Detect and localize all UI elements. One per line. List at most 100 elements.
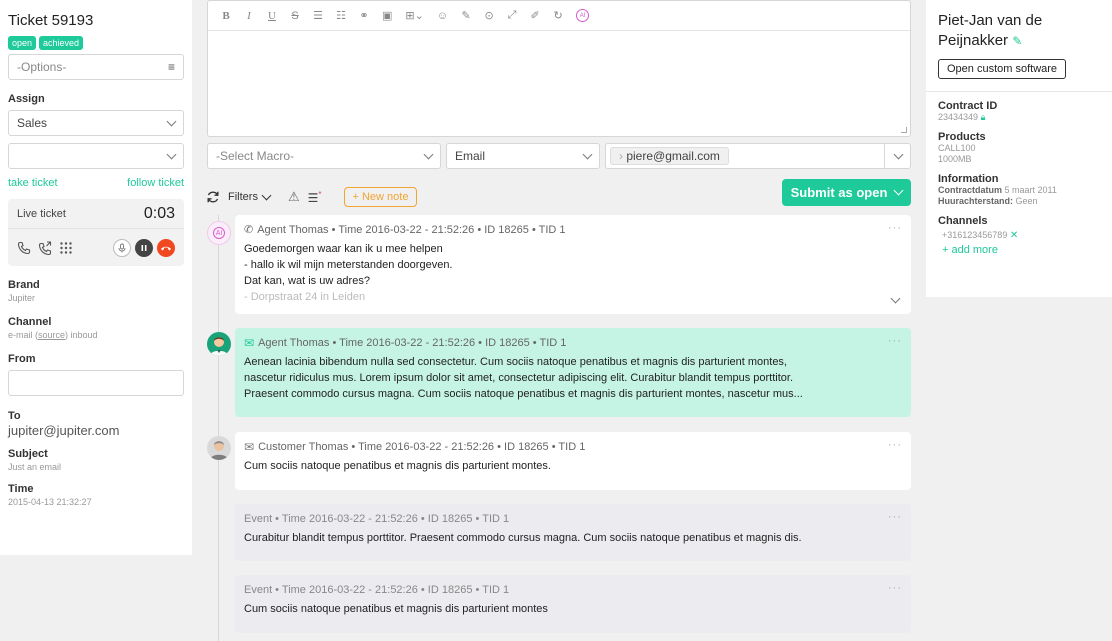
from-label: From [8,353,36,365]
more-options-icon[interactable]: ··· [888,220,902,236]
from-input[interactable] [8,370,184,396]
message-meta: Customer Thomas • Time 2016-03-22 - 21:5… [258,441,586,453]
products-label: Products [938,131,986,143]
reply-editor[interactable]: B I U S ☰ ☷ ⚭ ▣ ⊞⌄ ☺ ✎ ⊙ ⤢ ✐ ↻ AI [207,0,911,137]
chevron-right-icon: › [619,149,623,163]
information-label: Information [938,173,999,185]
chevron-down-icon[interactable] [893,149,904,159]
channel-select[interactable]: Email [446,143,600,169]
message-line: Curabitur blandit tempus porttitor. Prae… [244,532,802,544]
channel-label: Channel [8,316,52,328]
source-link[interactable]: source [38,330,65,340]
bullet-list-icon[interactable]: ☰ [313,9,323,22]
more-options-icon[interactable]: ··· [888,437,902,453]
lock-icon: 🔒︎ [980,112,986,122]
assign-label: Assign [8,93,45,105]
dialpad-icon[interactable] [59,241,73,255]
list-filter-icon[interactable]: ☰* [308,190,322,205]
timeline-item[interactable]: ✉ Agent Thomas • Time 2016-03-22 - 21:52:… [235,328,911,417]
timeline-item[interactable]: ✆ Agent Thomas • Time 2016-03-22 - 21:52:… [235,215,911,314]
ticket-actions: take ticket follow ticket [8,177,184,189]
assign-select[interactable]: Sales [8,110,184,136]
chevron-down-icon[interactable] [893,185,904,196]
options-select-value: -Options- [17,60,67,74]
more-options-icon[interactable]: ··· [888,333,902,349]
assign-select-value: Sales [17,116,48,130]
channel-value: e-mail (source) inboud [8,330,98,340]
agent-avatar [207,332,231,356]
timeline-item[interactable]: ✉ Customer Thomas • Time 2016-03-22 - 21:… [235,432,911,490]
timeline-event[interactable]: Event • Time 2016-03-22 - 21:52:26 • ID … [235,575,911,633]
resize-handle[interactable] [901,127,907,133]
product-item: CALL100 [938,143,976,153]
ticket-sidebar: Ticket 59193 open achieved -Options- ≡ A… [0,0,192,555]
italic-icon[interactable]: I [244,10,254,22]
hangup-icon[interactable] [157,238,175,257]
chevron-down-icon [166,149,177,159]
time-label: Time [8,483,34,495]
attachment-icon[interactable]: ✎ [461,9,471,22]
more-options-icon[interactable]: ··· [888,509,902,525]
warning-icon[interactable]: ⚠ [288,189,300,205]
recipient-field[interactable]: › piere@gmail.com [605,143,911,169]
contact-panel: Piet-Jan van de Peijnakker ✎ Open custom… [926,0,1112,297]
phone-forward-icon[interactable] [38,240,52,255]
eraser-icon[interactable]: ✐ [530,9,540,22]
brand-label: Brand [8,279,40,291]
edit-icon[interactable]: ✎ [1012,34,1022,48]
to-label: To [8,410,21,422]
numbered-list-icon[interactable]: ☷ [336,9,346,22]
take-ticket-link[interactable]: take ticket [8,177,58,189]
phone-icon[interactable] [17,241,31,255]
options-select[interactable]: -Options- ≡ [8,54,184,80]
phone-call-icon: ✆ [244,224,254,236]
customer-avatar [207,436,231,460]
submit-button[interactable]: Submit as open [782,179,911,206]
table-icon[interactable]: ⊞⌄ [405,9,423,22]
pause-icon[interactable] [135,238,153,257]
more-options-icon[interactable]: ··· [888,580,902,596]
channel-phone: +316123456789 ✕ [942,230,1019,241]
timeline-controls: Filters ⚠ ☰* + New note [206,187,418,207]
add-more-link[interactable]: + add more [942,244,1100,256]
live-timer: 0:03 [143,204,175,222]
info-line: Huurachterstand: Geen [938,196,1038,206]
message-line: Dat kan, wat is uw adres? [244,275,370,287]
fullscreen-icon[interactable]: ⤢ [507,9,517,22]
recipient-chip[interactable]: › piere@gmail.com [610,147,729,165]
follow-ticket-link[interactable]: follow ticket [127,177,184,189]
chevron-down-icon [166,116,177,126]
message-line: Cum sociis natoque penatibus et magnis d… [244,460,551,472]
status-badges: open achieved [8,36,184,50]
bold-icon[interactable]: B [221,10,231,22]
subject-label: Subject [8,448,48,460]
underline-icon[interactable]: U [267,10,277,22]
new-note-button[interactable]: + New note [343,187,418,207]
ai-icon[interactable]: AI [576,9,590,22]
ticket-title: Ticket 59193 [8,12,94,29]
live-ticket-label: Live ticket [17,207,66,220]
link-icon[interactable]: ⚭ [359,9,369,22]
email-icon: ✉ [244,440,255,454]
image-icon[interactable]: ▣ [382,9,392,22]
menu-icon: ≡ [167,60,175,74]
refresh-icon[interactable] [206,190,220,204]
settings-icon[interactable]: ⊙ [484,9,494,22]
open-custom-software-button[interactable]: Open custom software [938,59,1067,79]
assign-user-select[interactable] [8,143,184,169]
status-badge-open[interactable]: open [8,36,37,50]
filters-dropdown[interactable]: Filters [228,190,272,203]
microphone-icon[interactable] [113,238,131,257]
message-meta: Agent Thomas • Time 2016-03-22 - 21:52:2… [258,337,567,349]
timeline-event[interactable]: Event • Time 2016-03-22 - 21:52:26 • ID … [235,504,911,561]
remove-icon[interactable]: ✕ [1010,230,1018,241]
redo-icon[interactable]: ↻ [553,9,563,22]
composer-options: -Select Macro- Email › piere@gmail.com [207,143,911,169]
emoji-icon[interactable]: ☺ [437,10,448,22]
brand-value: Jupiter [8,293,36,303]
status-badge-achieved[interactable]: achieved [39,36,84,50]
strikethrough-icon[interactable]: S [290,10,300,22]
message-meta: Event • Time 2016-03-22 - 21:52:26 • ID … [244,513,510,525]
macro-select[interactable]: -Select Macro- [207,143,441,169]
macro-select-value: -Select Macro- [216,149,295,163]
